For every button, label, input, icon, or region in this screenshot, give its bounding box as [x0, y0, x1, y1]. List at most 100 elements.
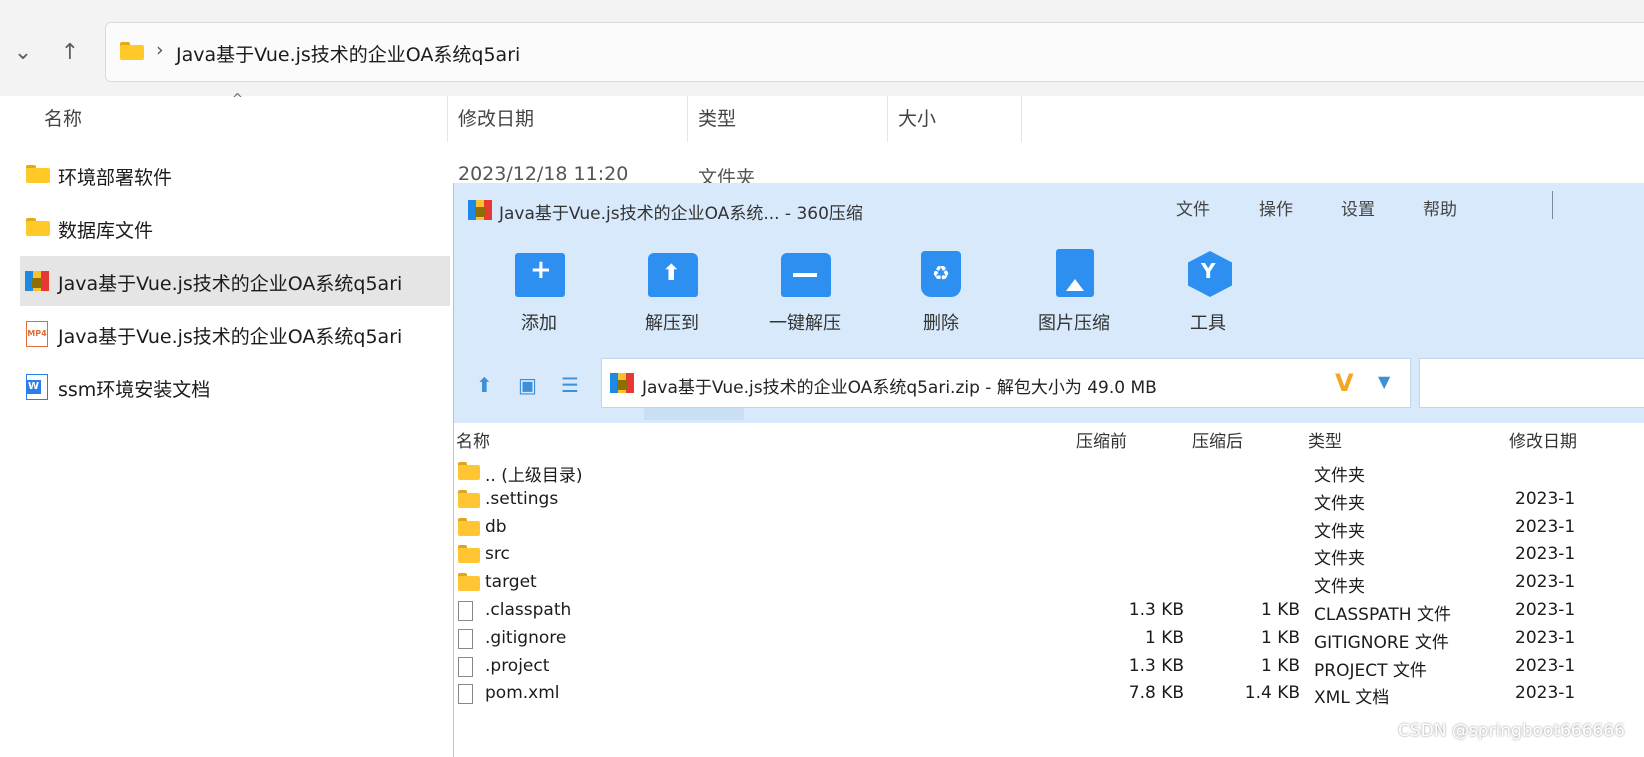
row-type: XML 文档: [1314, 688, 1390, 708]
archive-row[interactable]: .settings 文件夹 2023-1: [454, 486, 1644, 514]
recent-locations-chevron-icon[interactable]: ⌄: [8, 38, 38, 68]
row-size-after: 1.4 KB: [1244, 683, 1300, 703]
skin-icon[interactable]: [1552, 191, 1573, 219]
delete-label: 删除: [923, 313, 959, 334]
file-list-item[interactable]: MP4 Java基于Vue.js技术的企业OA系统q5ari: [20, 309, 450, 359]
zip-app-icon: [468, 198, 492, 222]
extract-to-button[interactable]: ⬆ 解压到: [612, 247, 732, 337]
column-header-modified[interactable]: 修改日期: [458, 96, 534, 142]
archive-row[interactable]: db 文件夹 2023-1: [454, 514, 1644, 542]
row-name: .. (上级目录): [485, 466, 583, 486]
folder-icon: [458, 545, 480, 563]
row-size-before: 7.8 KB: [1128, 683, 1184, 703]
up-level-icon[interactable]: ⬆: [476, 373, 493, 397]
column-divider[interactable]: [887, 96, 888, 142]
image-compress-icon: [1050, 249, 1102, 297]
thumbnail-view-icon[interactable]: ▣: [518, 373, 537, 397]
window-title: Java基于Vue.js技术的企业OA系统... - 360压缩: [499, 204, 863, 224]
archive-row[interactable]: .. (上级目录) 文件夹: [454, 458, 1644, 486]
column-header-before[interactable]: 压缩前: [1076, 427, 1127, 452]
menu-operate[interactable]: 操作: [1259, 195, 1293, 220]
sort-ascending-icon: ^: [232, 92, 243, 107]
column-header-type[interactable]: 类型: [1308, 427, 1342, 452]
one-click-extract-button[interactable]: 一键解压: [745, 247, 865, 337]
add-icon: +: [515, 249, 567, 297]
image-compress-button[interactable]: 图片压缩: [1014, 247, 1134, 337]
one-click-extract-label: 一键解压: [769, 313, 841, 334]
folder-icon: [26, 165, 50, 183]
one-click-extract-icon: [781, 249, 833, 297]
image-compress-label: 图片压缩: [1038, 313, 1110, 334]
archive-row[interactable]: src 文件夹 2023-1: [454, 541, 1644, 569]
list-view-icon[interactable]: ☰: [561, 373, 579, 397]
add-button[interactable]: + 添加: [479, 247, 599, 337]
row-type: 文件夹: [1314, 494, 1365, 514]
address-bar[interactable]: › Java基于Vue.js技术的企业OA系统q5ari: [105, 22, 1644, 82]
item-label: ssm环境安装文档: [58, 379, 211, 401]
row-modified: 2023-1: [1515, 628, 1576, 648]
row-modified: 2023-1: [1515, 544, 1576, 564]
column-divider[interactable]: [447, 96, 448, 142]
column-header-type[interactable]: 类型: [698, 96, 736, 142]
row-name: .gitignore: [485, 628, 567, 648]
row-modified: 2023-1: [1515, 572, 1576, 592]
column-header-name[interactable]: 名称: [44, 96, 82, 142]
mp4-video-icon: MP4: [26, 321, 48, 347]
file-list-item[interactable]: 环境部署软件: [20, 150, 450, 200]
file-icon: [458, 629, 473, 649]
archive-row[interactable]: .project 1.3 KB 1 KB PROJECT 文件 2023-1: [454, 653, 1644, 681]
folder-icon: [458, 490, 480, 508]
row-modified: 2023-1: [1515, 489, 1576, 509]
row-name: db: [485, 517, 507, 537]
folder-icon: [458, 518, 480, 536]
menu-settings[interactable]: 设置: [1341, 195, 1375, 220]
zip-window: Java基于Vue.js技术的企业OA系统... - 360压缩 文件 操作 设…: [453, 183, 1644, 757]
tools-icon: Y: [1184, 249, 1236, 297]
extract-to-icon: ⬆: [648, 249, 700, 297]
archive-row[interactable]: target 文件夹 2023-1: [454, 569, 1644, 597]
row-type: CLASSPATH 文件: [1314, 605, 1451, 625]
folder-icon: [458, 462, 480, 480]
dropdown-arrow-icon[interactable]: ▼: [1378, 372, 1390, 391]
add-label: 添加: [521, 313, 557, 334]
column-divider[interactable]: [1021, 96, 1022, 142]
breadcrumb-separator-icon: ›: [156, 39, 164, 61]
up-arrow-icon[interactable]: ↑: [55, 38, 85, 68]
item-label: 环境部署软件: [58, 167, 173, 189]
row-size-before: 1 KB: [1144, 628, 1184, 648]
delete-button[interactable]: ♻ 删除: [881, 247, 1001, 337]
row-modified: 2023-1: [1515, 600, 1576, 620]
column-header-after[interactable]: 压缩后: [1192, 427, 1243, 452]
v-logo-icon[interactable]: V: [1335, 369, 1354, 397]
archive-path-bar[interactable]: Java基于Vue.js技术的企业OA系统q5ari.zip - 解包大小为 4…: [601, 358, 1411, 408]
row-type: 文件夹: [1314, 549, 1365, 569]
row-type: 文件夹: [1314, 466, 1365, 486]
row-modified: 2023-1: [1515, 683, 1576, 703]
row-size-before: 1.3 KB: [1128, 656, 1184, 676]
archive-row[interactable]: pom.xml 7.8 KB 1.4 KB XML 文档 2023-1: [454, 680, 1644, 708]
file-list-item[interactable]: W ssm环境安装文档: [20, 362, 450, 412]
tools-label: 工具: [1190, 313, 1226, 334]
column-header-size[interactable]: 大小: [898, 96, 936, 142]
item-label: 数据库文件: [58, 220, 154, 242]
file-icon: [458, 601, 473, 621]
row-modified: 2023-1: [1515, 656, 1576, 676]
breadcrumb-path[interactable]: Java基于Vue.js技术的企业OA系统q5ari: [176, 40, 520, 67]
search-input[interactable]: [1419, 358, 1644, 408]
archive-row[interactable]: .gitignore 1 KB 1 KB GITIGNORE 文件 2023-1: [454, 625, 1644, 653]
row-type: 文件夹: [1314, 522, 1365, 542]
csdn-watermark: CSDN @springboot666666: [1398, 721, 1625, 741]
row-size-before: 1.3 KB: [1128, 600, 1184, 620]
menu-file[interactable]: 文件: [1176, 195, 1210, 220]
menu-help[interactable]: 帮助: [1423, 195, 1457, 220]
column-divider[interactable]: [687, 96, 688, 142]
file-list-item[interactable]: 数据库文件: [20, 203, 450, 253]
row-type: PROJECT 文件: [1314, 661, 1427, 681]
file-list-item-selected[interactable]: Java基于Vue.js技术的企业OA系统q5ari: [20, 256, 450, 306]
column-header-name[interactable]: 名称: [456, 427, 490, 452]
item-label: Java基于Vue.js技术的企业OA系统q5ari: [58, 326, 403, 348]
row-size-after: 1 KB: [1260, 656, 1300, 676]
archive-row[interactable]: .classpath 1.3 KB 1 KB CLASSPATH 文件 2023…: [454, 597, 1644, 625]
tools-button[interactable]: Y 工具: [1148, 247, 1268, 337]
column-header-modified[interactable]: 修改日期: [1509, 427, 1577, 452]
